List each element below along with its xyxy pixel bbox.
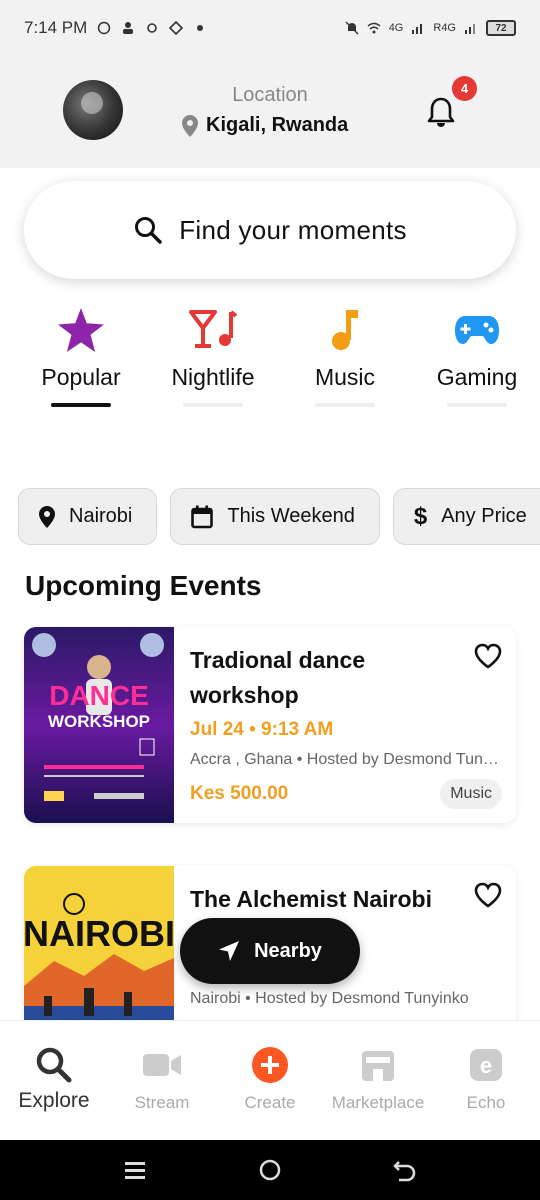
tab-indicator [447, 403, 507, 407]
category-tabs: Popular Nightlife Music Gaming [0, 300, 540, 420]
location-pin-icon [182, 114, 198, 137]
recent-apps-icon[interactable] [123, 1158, 147, 1182]
event-card[interactable]: DANCE WORKSHOP Tradional dance workshop … [24, 627, 516, 823]
home-icon[interactable] [258, 1158, 282, 1182]
system-navigation-bar [0, 1140, 540, 1200]
event-meta: Nairobi • Hosted by Desmond Tunyinko [190, 990, 469, 1007]
echo-icon: e [470, 1049, 502, 1081]
nav-label: Echo [466, 1093, 506, 1112]
wifi-icon [367, 22, 381, 34]
nav-item-explore[interactable]: Explore [0, 1043, 108, 1113]
chip-label: This Weekend [227, 505, 355, 527]
chip-label: Any Price [441, 505, 527, 527]
svg-text:DANCE: DANCE [49, 680, 149, 711]
heart-icon[interactable] [474, 643, 502, 669]
category-label: Gaming [436, 364, 518, 390]
search-icon [36, 1047, 72, 1083]
battery-icon: 72 [486, 20, 516, 36]
video-icon [143, 1054, 181, 1076]
network-1-label: 4G [388, 22, 404, 34]
navigation-arrow-icon [219, 941, 240, 961]
svg-text:e: e [480, 1053, 492, 1078]
calendar-icon [191, 505, 214, 528]
cocktail-music-icon [189, 310, 237, 348]
nav-label: Marketplace [331, 1093, 425, 1112]
signal-icon [465, 24, 475, 34]
category-label: Nightlife [171, 364, 255, 390]
search-icon [135, 217, 162, 244]
nearby-button[interactable]: Nearby [180, 918, 360, 984]
event-date: Jul 24 • 9:13 AM [190, 719, 334, 740]
nav-item-create[interactable]: Create [216, 1043, 324, 1113]
tab-indicator [315, 403, 375, 407]
location-pin-icon [39, 505, 55, 528]
tab-indicator [183, 403, 243, 407]
nav-item-echo[interactable]: e Echo [432, 1043, 540, 1113]
event-tag: Music [440, 779, 502, 809]
heart-icon[interactable] [474, 882, 502, 908]
dollar-icon: $ [413, 502, 428, 530]
plus-circle-icon [252, 1047, 288, 1083]
mute-bell-icon [345, 21, 359, 35]
whatsapp-icon [98, 21, 111, 35]
category-label: Popular [41, 364, 121, 390]
dot-icon [197, 25, 204, 31]
chip-label: Nairobi [69, 505, 133, 527]
bottom-navigation: Explore Stream Create Marketplace e Echo [0, 1020, 540, 1140]
store-icon [362, 1051, 394, 1081]
nav-label: Stream [134, 1093, 190, 1112]
sync-icon [147, 23, 158, 33]
section-title: Upcoming Events [25, 570, 262, 601]
gamepad-icon [455, 316, 499, 344]
category-tab-music[interactable]: Music [279, 300, 411, 407]
status-time: 7:14 PM [24, 18, 88, 37]
category-tab-nightlife[interactable]: Nightlife [147, 300, 279, 407]
binance-icon [169, 21, 184, 35]
filter-chips: Nairobi This Weekend $ Any Price [18, 488, 540, 546]
notification-badge: 4 [452, 76, 477, 101]
nav-label: Explore [18, 1089, 90, 1112]
category-tab-gaming[interactable]: Gaming [411, 300, 540, 407]
nearby-label: Nearby [254, 939, 322, 962]
svg-text:NAIROBI: NAIROBI [24, 913, 174, 954]
network-2-label: R4G [433, 22, 456, 34]
filter-location-chip[interactable]: Nairobi [18, 488, 158, 545]
app-header: Location Kigali, Rwanda 4 [0, 56, 540, 168]
signal-icon [412, 24, 423, 34]
filter-price-chip[interactable]: $ Any Price [392, 488, 540, 545]
search-bar[interactable]: Find your moments [24, 181, 516, 279]
event-meta: Accra , Ghana • Hosted by Desmond Tunyin… [190, 751, 502, 768]
nav-item-marketplace[interactable]: Marketplace [324, 1043, 432, 1113]
nav-label: Create [244, 1093, 296, 1112]
person-icon [123, 22, 134, 34]
star-icon [58, 308, 104, 352]
location-value: Kigali, Rwanda [206, 114, 349, 136]
music-note-icon [332, 310, 358, 350]
category-label: Music [314, 364, 376, 390]
status-bar: 7:14 PM 4G R4G 72 [0, 0, 540, 56]
event-poster: DANCE WORKSHOP [24, 627, 174, 823]
bell-icon[interactable] [426, 96, 456, 128]
back-icon[interactable] [393, 1158, 417, 1182]
active-indicator [51, 403, 111, 407]
location-selector[interactable]: Kigali, Rwanda [182, 114, 348, 137]
svg-text:WORKSHOP: WORKSHOP [48, 712, 150, 731]
nav-item-stream[interactable]: Stream [108, 1043, 216, 1113]
filter-date-chip[interactable]: This Weekend [170, 488, 380, 545]
event-title: The Alchemist Nairobi [190, 886, 432, 912]
event-price: Kes 500.00 [190, 783, 289, 804]
event-title: Tradional dance workshop [190, 647, 366, 708]
search-placeholder: Find your moments [179, 214, 407, 245]
category-tab-popular[interactable]: Popular [15, 300, 147, 407]
